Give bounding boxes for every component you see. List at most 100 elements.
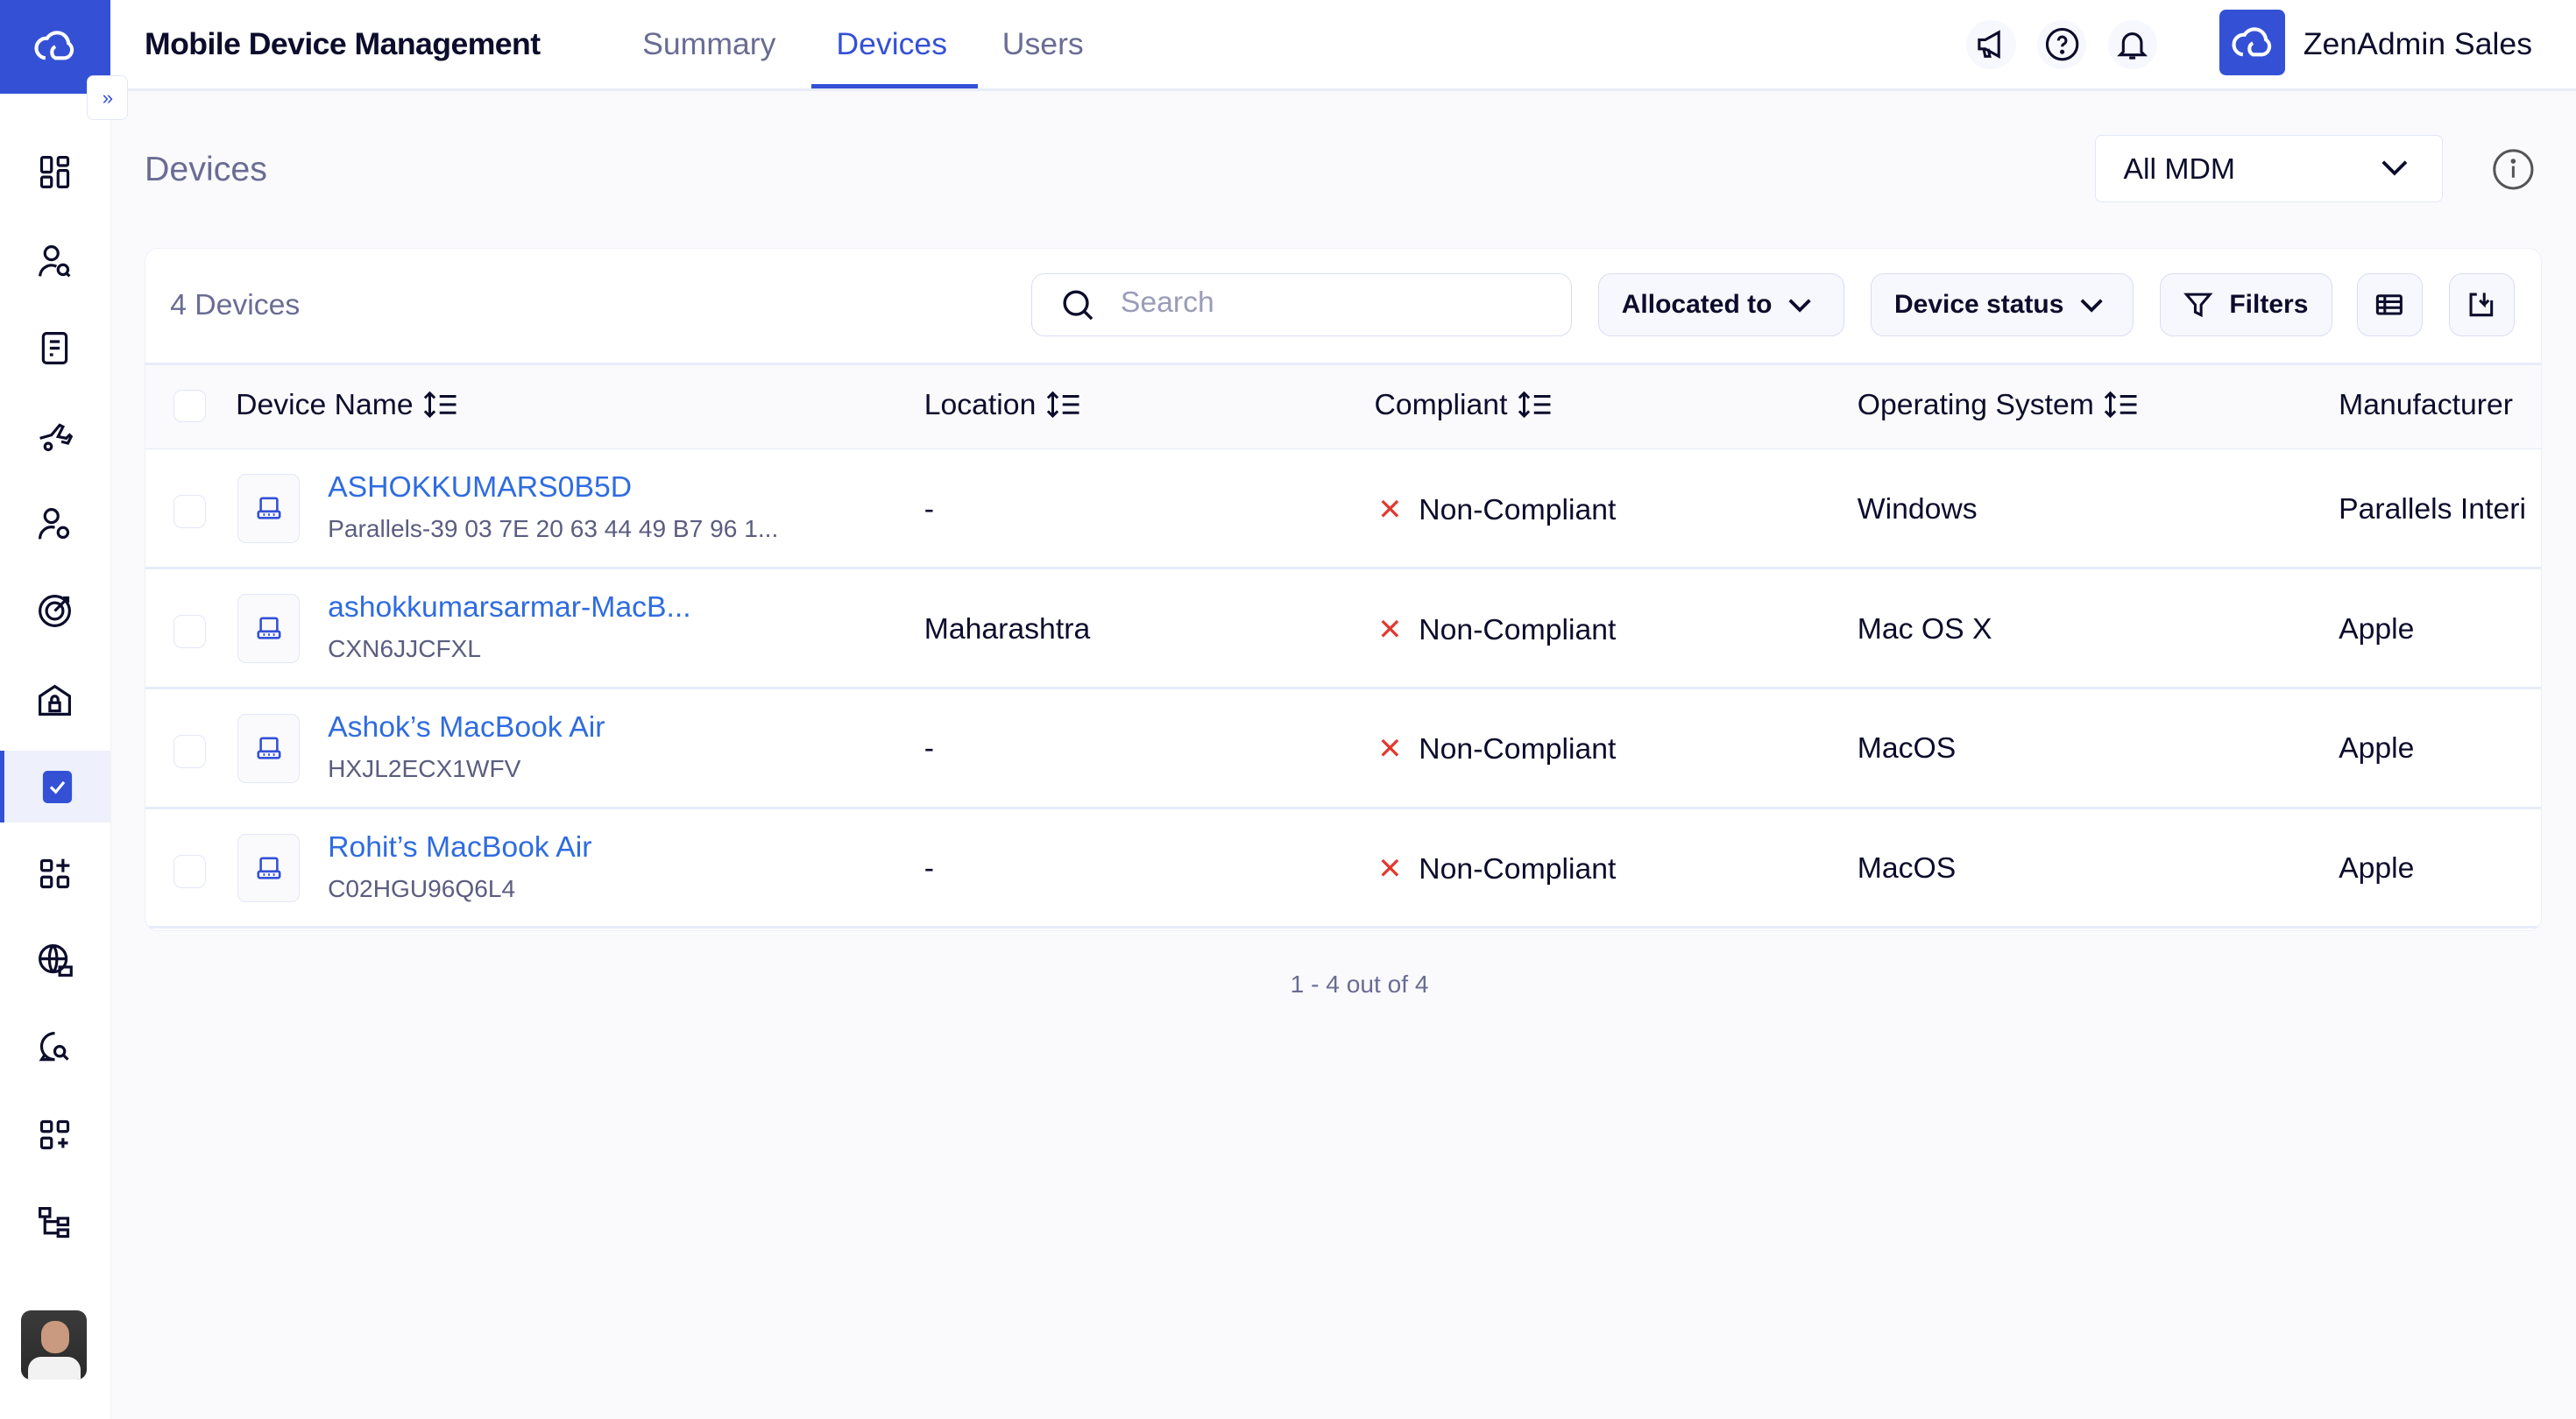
- user-search-icon: [35, 242, 74, 281]
- help-button[interactable]: [2037, 20, 2086, 69]
- sidebar: »: [0, 0, 111, 1419]
- compliance-status: ✕Non-Compliant: [1377, 851, 1616, 886]
- device-serial: C02HGU96Q6L4: [328, 875, 515, 903]
- search-icon: [1060, 287, 1096, 323]
- search-field[interactable]: [1031, 273, 1572, 335]
- device-location: Maharashtra: [924, 612, 1090, 646]
- device-location: -: [924, 851, 934, 886]
- table-header: Device Name Location Compliant Operating Sy…: [145, 363, 2541, 449]
- column-label: Manufacturer: [2339, 388, 2513, 422]
- tab-devices[interactable]: Devices: [836, 26, 947, 62]
- table-columns-icon: [2374, 290, 2404, 320]
- sidebar-item-mdm[interactable]: [0, 751, 110, 823]
- org-name[interactable]: ZenAdmin Sales: [2304, 26, 2532, 62]
- compliance-label: Non-Compliant: [1419, 493, 1616, 526]
- widgets-icon: [35, 1115, 74, 1154]
- pagination-text: 1 - 4 out of 4: [0, 971, 2576, 999]
- column-header[interactable]: Operating System: [1858, 388, 2141, 422]
- tab-users[interactable]: Users: [1002, 26, 1084, 62]
- device-type-icon: [237, 834, 300, 903]
- notifications-button[interactable]: [2108, 20, 2157, 69]
- table-row[interactable]: Rohit’s MacBook Air C02HGU96Q6L4 - ✕Non-…: [145, 809, 2541, 929]
- device-os: Windows: [1858, 492, 1978, 526]
- device-type-icon: [237, 714, 300, 783]
- column-header[interactable]: Compliant: [1375, 388, 1553, 422]
- column-header[interactable]: Location: [924, 388, 1082, 422]
- device-type-icon: [237, 594, 300, 663]
- row-checkbox[interactable]: [173, 735, 207, 768]
- announcement-button[interactable]: [1966, 20, 2015, 69]
- sidebar-item-plane[interactable]: [0, 401, 110, 474]
- column-header[interactable]: Device Name: [236, 388, 459, 422]
- filters-button[interactable]: Filters: [2160, 273, 2332, 335]
- columns-button[interactable]: [2357, 273, 2423, 335]
- document-icon: [35, 328, 74, 368]
- row-checkbox[interactable]: [173, 615, 207, 648]
- device-manufacturer: Parallels Interi: [2339, 492, 2526, 526]
- plane-icon: [35, 417, 74, 456]
- app-title: Mobile Device Management: [145, 26, 541, 62]
- row-checkbox[interactable]: [173, 495, 207, 528]
- device-serial: HXJL2ECX1WFV: [328, 755, 520, 783]
- cross-icon: ✕: [1377, 732, 1402, 766]
- user-settings-icon: [35, 505, 74, 544]
- filters-label: Filters: [2229, 290, 2308, 320]
- sidebar-item-user-search[interactable]: [0, 225, 110, 298]
- megaphone-icon: [1973, 26, 2009, 62]
- table-row[interactable]: Ashok’s MacBook Air HXJL2ECX1WFV - ✕Non-…: [145, 689, 2541, 809]
- row-checkbox[interactable]: [173, 855, 207, 888]
- mdm-select[interactable]: All MDM: [2095, 135, 2444, 202]
- org-logo[interactable]: [2219, 10, 2285, 75]
- allocated-to-dropdown[interactable]: Allocated to: [1598, 273, 1844, 335]
- cross-icon: ✕: [1377, 613, 1402, 646]
- avatar[interactable]: [21, 1310, 87, 1380]
- dashboard-icon: [35, 152, 74, 192]
- sidebar-item-building-lock[interactable]: [0, 664, 110, 737]
- device-count: 4 Devices: [170, 288, 300, 322]
- sidebar-item-apps-add[interactable]: [0, 837, 110, 910]
- device-location: -: [924, 492, 934, 526]
- device-name-link[interactable]: ashokkumarsarmar-MacB...: [328, 590, 690, 625]
- top-bar: Mobile Device Management Summary Devices…: [110, 0, 2576, 91]
- column-label: Operating System: [1858, 388, 2094, 422]
- sort-icon[interactable]: [1046, 390, 1082, 420]
- export-icon: [2466, 290, 2496, 320]
- table-row[interactable]: ashokkumarsarmar-MacB... CXN6JJCFXL Maha…: [145, 569, 2541, 689]
- chevron-down-icon: [2380, 159, 2410, 179]
- building-lock-icon: [35, 680, 74, 719]
- device-name-link[interactable]: Ashok’s MacBook Air: [328, 710, 605, 745]
- sidebar-item-dashboard[interactable]: [0, 137, 110, 209]
- device-type-icon: [237, 474, 300, 543]
- sort-icon[interactable]: [2104, 390, 2140, 420]
- device-name-link[interactable]: ASHOKKUMARS0B5D: [328, 470, 632, 505]
- sidebar-item-hierarchy[interactable]: [0, 1188, 110, 1260]
- column-header[interactable]: Manufacturer: [2339, 388, 2513, 422]
- sort-icon[interactable]: [1518, 390, 1553, 420]
- device-os: Mac OS X: [1858, 612, 1992, 646]
- sidebar-item-document[interactable]: [0, 312, 110, 385]
- info-icon[interactable]: [2492, 148, 2535, 191]
- sidebar-item-chat-search[interactable]: [0, 1012, 110, 1084]
- search-input[interactable]: [1117, 285, 1551, 322]
- column-label: Location: [924, 388, 1037, 422]
- sort-icon[interactable]: [423, 390, 459, 420]
- bell-icon: [2114, 26, 2150, 62]
- sidebar-item-target[interactable]: [0, 575, 110, 647]
- mdm-icon: [38, 767, 77, 807]
- sidebar-item-widgets[interactable]: [0, 1098, 110, 1171]
- device-os: MacOS: [1858, 731, 1957, 766]
- device-location: -: [924, 731, 934, 766]
- device-status-dropdown[interactable]: Device status: [1871, 273, 2134, 335]
- device-name-link[interactable]: Rohit’s MacBook Air: [328, 830, 591, 865]
- device-manufacturer: Apple: [2339, 612, 2414, 646]
- tab-summary[interactable]: Summary: [642, 26, 775, 62]
- target-icon: [35, 591, 74, 631]
- compliance-label: Non-Compliant: [1419, 852, 1616, 886]
- expand-sidebar-button[interactable]: »: [87, 75, 128, 120]
- table-row[interactable]: ASHOKKUMARS0B5D Parallels-39 03 7E 20 63…: [145, 449, 2541, 569]
- sidebar-item-user-settings[interactable]: [0, 488, 110, 561]
- filter-icon: [2183, 290, 2213, 320]
- select-all-checkbox[interactable]: [173, 390, 207, 423]
- export-button[interactable]: [2449, 273, 2515, 335]
- compliance-status: ✕Non-Compliant: [1377, 492, 1616, 527]
